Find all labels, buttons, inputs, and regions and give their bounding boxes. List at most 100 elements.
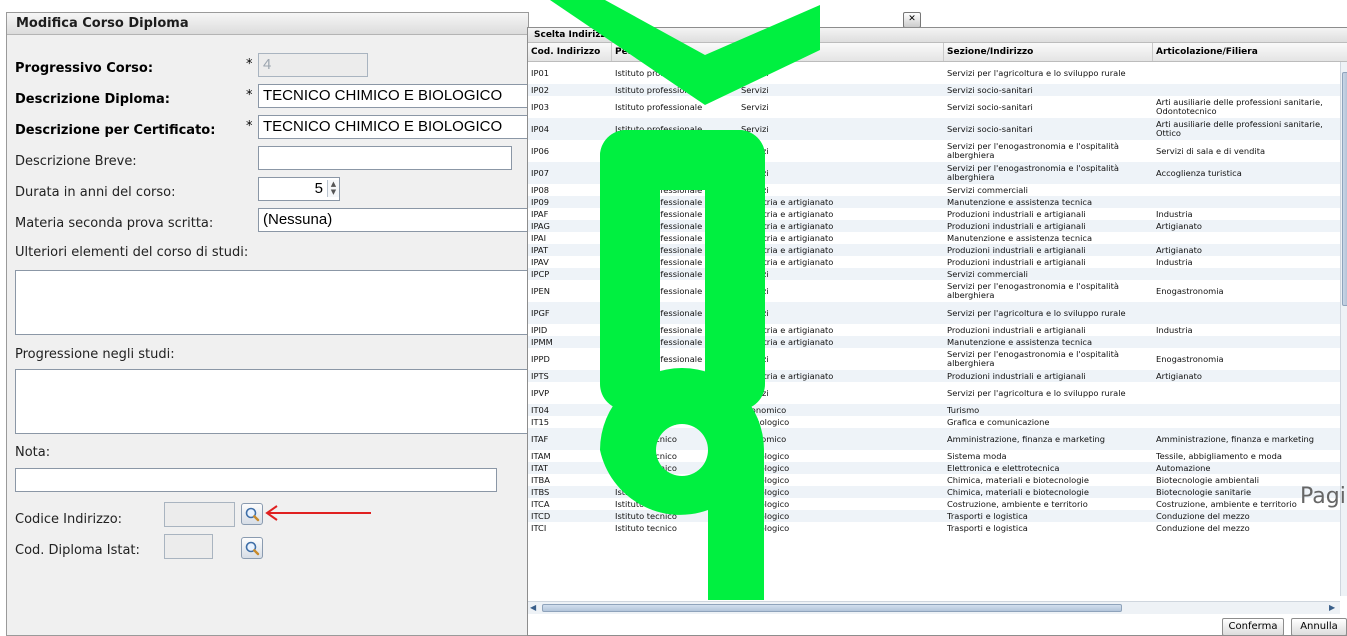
table-cell: Istituto professionale: [615, 268, 703, 279]
table-row[interactable]: IT04 Istituto tecnico Economico Turismo: [528, 404, 1340, 416]
table-cell: ITAT: [531, 462, 548, 473]
table-cell: IPAV: [531, 256, 549, 267]
table-row[interactable]: IP08 Istituto professionale Servizi Servizi…: [528, 184, 1340, 196]
table-row[interactable]: ITCD Istituto tecnico Tecnologico Trasporti…: [528, 510, 1340, 522]
table-cell: [1153, 84, 1340, 96]
materia-select[interactable]: (Nessuna): [258, 208, 528, 232]
ulteriori-label: Ulteriori elementi del corso di studi:: [15, 245, 249, 260]
table-row[interactable]: ITAF Istituto tecnico Economico Amministraz…: [528, 428, 1340, 450]
table-cell: IP09: [531, 196, 550, 207]
table-row[interactable]: IP03 Istituto professionale Servizi Servizi…: [528, 96, 1340, 118]
table-cell: Tecnologico: [741, 522, 790, 533]
table-cell: Servizi: [741, 67, 769, 78]
table-row[interactable]: ITBS Istituto tecnico Tecnologico Chimica, …: [528, 486, 1340, 498]
descrizione-breve-input[interactable]: [258, 146, 512, 170]
table-cell: Servizi: [741, 307, 769, 318]
table-cell: Servizi: [741, 268, 769, 279]
table-row[interactable]: ITCI Istituto tecnico Tecnologico Trasporti…: [528, 522, 1340, 534]
table-cell: Grafica e comunicazione: [947, 416, 1050, 427]
table-cell: ITAF: [531, 433, 549, 444]
table-cell: Costruzione, ambiente e territorio: [947, 498, 1088, 509]
descrizione-diploma-input[interactable]: TECNICO CHIMICO E BIOLOGICO: [258, 84, 528, 108]
codice-indirizzo-search-button[interactable]: [241, 503, 263, 525]
table-cell: IPID: [531, 324, 548, 335]
dialog-title: Scelta Indirizzo di Studio: [528, 28, 1347, 42]
table-row[interactable]: IPTS Istituto professionale Industria e ar…: [528, 370, 1340, 382]
table-cell: Manutenzione e assistenza tecnica: [947, 336, 1093, 347]
table-row[interactable]: IP09 Istituto professionale Industria e ar…: [528, 196, 1340, 208]
table-cell: Servizi socio-sanitari: [947, 123, 1033, 134]
table-row[interactable]: IT15 Istituto tecnico Tecnologico Grafica e…: [528, 416, 1340, 428]
table-row[interactable]: ITBA Istituto tecnico Tecnologico Chimica, …: [528, 474, 1340, 486]
istat-input[interactable]: [164, 534, 213, 559]
scroll-right-icon[interactable]: ▶: [1329, 603, 1335, 612]
ulteriori-textarea[interactable]: [15, 270, 528, 335]
table-cell: IP01: [531, 67, 550, 78]
codice-indirizzo-label: Codice Indirizzo:: [15, 512, 123, 527]
horizontal-scrollbar[interactable]: ◀ ▶: [528, 601, 1340, 614]
vertical-scrollbar[interactable]: [1340, 62, 1347, 596]
column-header[interactable]: Sezione/Indirizzo: [944, 43, 1153, 61]
table-cell: IPGF: [531, 307, 550, 318]
table-row[interactable]: IP06 Istituto professionale Servizi Servizi…: [528, 140, 1340, 162]
istat-search-button[interactable]: [241, 537, 263, 559]
table-row[interactable]: ITAM Istituto tecnico Tecnologico Sistema m…: [528, 450, 1340, 462]
table-cell: Produzioni industriali e artigianali: [947, 220, 1086, 231]
table-row[interactable]: IPID Istituto professionale Industria e ar…: [528, 324, 1340, 336]
table-row[interactable]: IPAV Istituto professionale Industria e ar…: [528, 256, 1340, 268]
codice-indirizzo-input[interactable]: [164, 502, 235, 527]
table-cell: [1153, 404, 1340, 416]
scroll-thumb[interactable]: [1342, 72, 1347, 306]
table-row[interactable]: IPMM Istituto professionale Industria e ar…: [528, 336, 1340, 348]
table-cell: Servizi per l'enogastronomia e l'ospital…: [947, 281, 1119, 300]
column-header[interactable]: Cod. Indirizzo: [528, 43, 612, 61]
table-row[interactable]: ITAT Istituto tecnico Tecnologico Elettroni…: [528, 462, 1340, 474]
table-cell: Industria e artigianato: [741, 208, 834, 219]
table-cell: ITBS: [531, 486, 550, 497]
table-row[interactable]: IPAG Istituto professionale Industria e ar…: [528, 220, 1340, 232]
table-row[interactable]: IP07 Istituto professionale Servizi Servizi…: [528, 162, 1340, 184]
table-row[interactable]: IPGF Istituto professionale Servizi Servizi…: [528, 302, 1340, 324]
scroll-thumb[interactable]: [542, 604, 1122, 612]
durata-stepper[interactable]: ▲ ▼: [327, 180, 339, 197]
close-button[interactable]: ✕: [903, 12, 921, 28]
column-header[interactable]: Percorso: [612, 43, 738, 61]
table-cell: Produzioni industriali e artigianali: [947, 324, 1086, 335]
table-cell: Industria e artigianato: [741, 336, 834, 347]
table-row[interactable]: IPAI Istituto professionale Industria e ar…: [528, 232, 1340, 244]
table-row[interactable]: IP01 Istituto professionale Servizi Servizi…: [528, 62, 1340, 84]
conferma-button[interactable]: Conferma: [1222, 618, 1284, 635]
table-cell: Istituto professionale: [615, 256, 703, 267]
table-cell: Istituto professionale: [615, 123, 703, 134]
table-cell: Automazione: [1156, 462, 1211, 473]
table-row[interactable]: IP04 Istituto professionale Servizi Servizi…: [528, 118, 1340, 140]
table-cell: Economico: [741, 404, 787, 415]
column-header[interactable]: Liceo/Settore: [738, 43, 944, 61]
table-row[interactable]: IPAF Istituto professionale Industria e ar…: [528, 208, 1340, 220]
required-mark: *: [246, 88, 253, 103]
table-cell: Istituto tecnico: [615, 510, 677, 521]
annulla-button[interactable]: Annulla: [1291, 618, 1347, 635]
table-cell: Istituto professionale: [615, 285, 703, 296]
progressivo-input[interactable]: 4: [258, 53, 368, 77]
column-header[interactable]: Articolazione/Filiera: [1153, 43, 1347, 61]
table-row[interactable]: IP02 Istituto professionale Servizi Servizi…: [528, 84, 1340, 96]
close-icon: ✕: [908, 14, 916, 24]
table-row[interactable]: IPCP Istituto professionale Servizi Servizi…: [528, 268, 1340, 280]
table-row[interactable]: IPPD Istituto professionale Servizi Servizi…: [528, 348, 1340, 370]
table-cell: Servizi: [741, 353, 769, 364]
descrizione-certificato-input[interactable]: TECNICO CHIMICO E BIOLOGICO: [258, 115, 528, 139]
table-cell: IP03: [531, 101, 550, 112]
table-row[interactable]: IPVP Istituto professionale Servizi Servizi…: [528, 382, 1340, 404]
durata-value: 5: [314, 180, 323, 197]
table-cell: Enogastronomia: [1156, 285, 1224, 296]
table-cell: Tecnologico: [741, 510, 790, 521]
table-row[interactable]: IPEN Istituto professionale Servizi Servizi…: [528, 280, 1340, 302]
table-cell: Istituto tecnico: [615, 450, 677, 461]
table-row[interactable]: IPAT Istituto professionale Industria e ar…: [528, 244, 1340, 256]
table-row[interactable]: ITCA Istituto tecnico Tecnologico Costruzio…: [528, 498, 1340, 510]
scroll-left-icon[interactable]: ◀: [530, 603, 536, 612]
scelta-indirizzo-dialog: Scelta Indirizzo di Studio Cod. Indirizz…: [527, 27, 1347, 636]
nota-input[interactable]: [15, 468, 497, 492]
progressione-textarea[interactable]: [15, 369, 528, 434]
